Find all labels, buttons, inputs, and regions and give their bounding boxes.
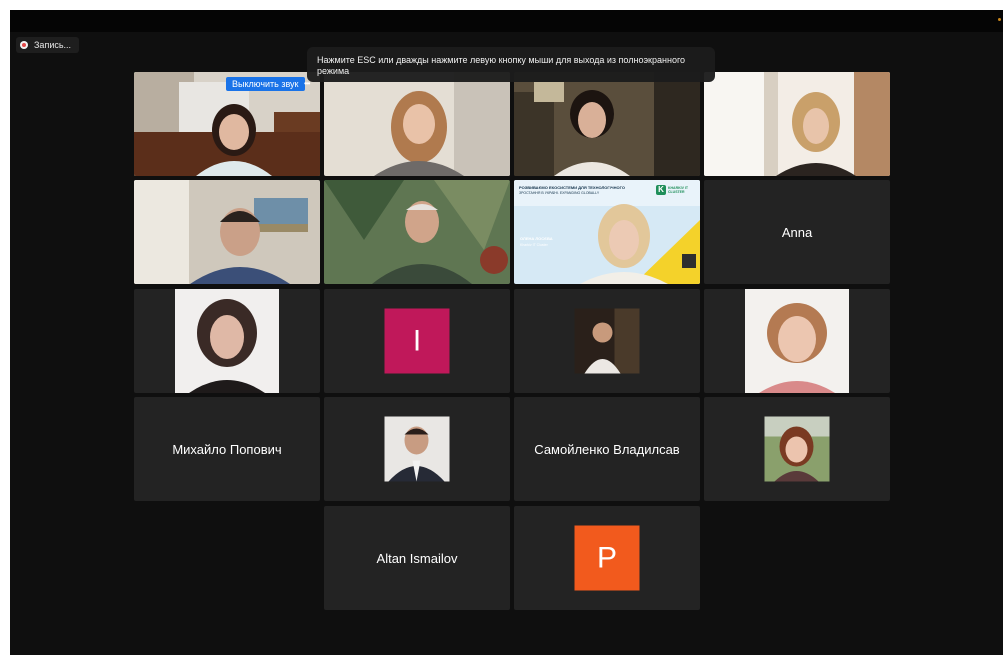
profile-photo bbox=[574, 308, 640, 374]
profile-photo bbox=[764, 416, 830, 482]
status-dot-icon bbox=[998, 18, 1001, 21]
participant-tile[interactable]: Anna bbox=[704, 180, 890, 284]
participant-name: Михайло Попович bbox=[172, 441, 282, 457]
participant-tile[interactable]: Самойленко Владилсав bbox=[514, 397, 700, 501]
participant-tile[interactable]: P bbox=[514, 506, 700, 610]
recording-indicator[interactable]: Запись... bbox=[16, 37, 80, 53]
participant-name: Anna bbox=[781, 224, 813, 240]
record-icon bbox=[20, 41, 28, 49]
recording-label: Запись... bbox=[34, 40, 72, 50]
initial-avatar: I bbox=[384, 308, 450, 374]
participant-tile[interactable]: Михайло Попович bbox=[134, 397, 320, 501]
participant-tile[interactable] bbox=[514, 289, 700, 393]
profile-photo bbox=[745, 289, 849, 393]
video-tile[interactable] bbox=[134, 180, 320, 284]
slide-subheadline: ЗРОСТАННЯ В УКРАЇНІ. EXPANDING GLOBALLY bbox=[519, 191, 600, 195]
video-tile[interactable] bbox=[704, 72, 890, 176]
slide-logo-text: KHARKIV IT CLUSTER bbox=[668, 186, 689, 194]
participant-tile[interactable] bbox=[134, 289, 320, 393]
video-tile[interactable] bbox=[324, 180, 510, 284]
video-tile-presentation[interactable]: РОЗВИВАЄМО ЕКОСИСТЕМИ ДЛЯ ТЕХНОЛОГІЧНОГО… bbox=[514, 180, 700, 284]
participant-tile[interactable]: Altan Ismailov bbox=[324, 506, 510, 610]
slide-speaker-role: Kharkiv IT Cluster bbox=[520, 243, 548, 247]
video-tile[interactable] bbox=[514, 72, 700, 176]
initial-avatar: P bbox=[574, 525, 640, 591]
participant-tile[interactable] bbox=[704, 397, 890, 501]
participant-name: Самойленко Владилсав bbox=[534, 441, 680, 457]
video-tile-self[interactable]: Выключить звук ••• bbox=[134, 72, 320, 176]
cluster-logo-icon: K bbox=[658, 185, 664, 194]
participant-video bbox=[704, 72, 890, 176]
participant-video bbox=[324, 180, 510, 284]
profile-photo bbox=[384, 416, 450, 482]
top-bar bbox=[10, 10, 1003, 32]
participant-tile[interactable] bbox=[704, 289, 890, 393]
meeting-window: Запись... Нажмите ESC или дважды нажмите… bbox=[10, 10, 1003, 655]
participant-tile[interactable] bbox=[324, 397, 510, 501]
participant-name: Altan Ismailov bbox=[376, 550, 458, 566]
slide-headline: РОЗВИВАЄМО ЕКОСИСТЕМИ ДЛЯ ТЕХНОЛОГІЧНОГО bbox=[519, 185, 625, 190]
slide-speaker-name: ОЛЕНА ЛОСЄВА bbox=[520, 236, 553, 241]
mute-button[interactable]: Выключить звук bbox=[226, 77, 305, 91]
participant-video bbox=[324, 72, 510, 176]
participant-video bbox=[134, 180, 320, 284]
profile-photo bbox=[175, 289, 279, 393]
fullscreen-exit-tooltip: Нажмите ESC или дважды нажмите левую кно… bbox=[307, 47, 715, 82]
participant-tile[interactable]: I bbox=[324, 289, 510, 393]
participant-video bbox=[514, 72, 700, 176]
video-tile[interactable] bbox=[324, 72, 510, 176]
